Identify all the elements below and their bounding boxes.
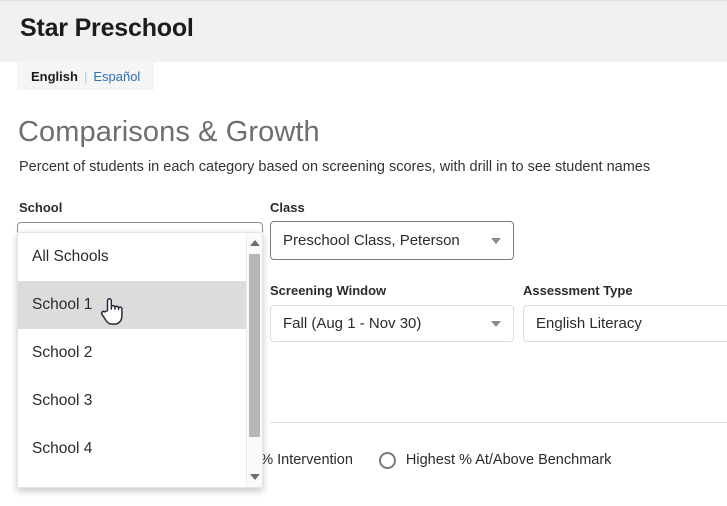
dropdown-option-school-1[interactable]: School 1 bbox=[18, 281, 262, 329]
screening-window-select[interactable]: Fall (Aug 1 - Nov 30) bbox=[270, 305, 514, 342]
radio-label: Highest % At/Above Benchmark bbox=[405, 452, 612, 468]
class-select[interactable]: Preschool Class, Peterson bbox=[270, 221, 514, 260]
dropdown-option-school-4[interactable]: School 4 bbox=[18, 425, 262, 473]
scroll-down-arrow-icon[interactable] bbox=[247, 469, 262, 485]
language-selector: English | Español bbox=[17, 62, 155, 90]
dropdown-scrollbar[interactable] bbox=[246, 233, 262, 487]
assessment-type-select-value: English Literacy bbox=[536, 315, 642, 332]
triangle-up-glyph bbox=[249, 240, 260, 246]
radio-circle-icon[interactable] bbox=[378, 451, 396, 469]
school-dropdown-panel: All Schools School 1 School 2 School 3 S… bbox=[17, 232, 263, 488]
scrollbar-thumb[interactable] bbox=[249, 254, 260, 437]
dropdown-option-school-3[interactable]: School 3 bbox=[18, 377, 262, 425]
language-english-active[interactable]: English bbox=[31, 69, 78, 84]
assessment-type-select[interactable]: English Literacy bbox=[523, 305, 727, 342]
screening-window-field-label: Screening Window bbox=[270, 283, 387, 298]
class-field-label: Class bbox=[270, 200, 305, 215]
dropdown-option-school-2[interactable]: School 2 bbox=[18, 329, 262, 377]
scroll-up-arrow-icon[interactable] bbox=[247, 235, 262, 251]
page-subtitle: Percent of students in each category bas… bbox=[19, 159, 651, 175]
school-field-label: School bbox=[19, 200, 63, 215]
app-title: Star Preschool bbox=[20, 14, 194, 42]
triangle-down-glyph bbox=[249, 474, 260, 480]
screening-window-select-value: Fall (Aug 1 - Nov 30) bbox=[283, 315, 422, 332]
app-header: Star Preschool bbox=[0, 0, 727, 62]
dropdown-option-all-schools[interactable]: All Schools bbox=[18, 233, 262, 281]
radio-option-highest-benchmark[interactable]: Highest % At/Above Benchmark bbox=[378, 451, 612, 469]
assessment-type-field-label: Assessment Type bbox=[523, 283, 633, 298]
section-divider bbox=[270, 422, 727, 423]
language-separator: | bbox=[83, 68, 88, 84]
chevron-down-icon bbox=[491, 237, 501, 244]
class-select-value: Preschool Class, Peterson bbox=[283, 232, 460, 249]
language-espanol-link[interactable]: Español bbox=[93, 69, 140, 84]
chevron-down-icon bbox=[491, 320, 501, 327]
page-title: Comparisons & Growth bbox=[18, 116, 320, 148]
